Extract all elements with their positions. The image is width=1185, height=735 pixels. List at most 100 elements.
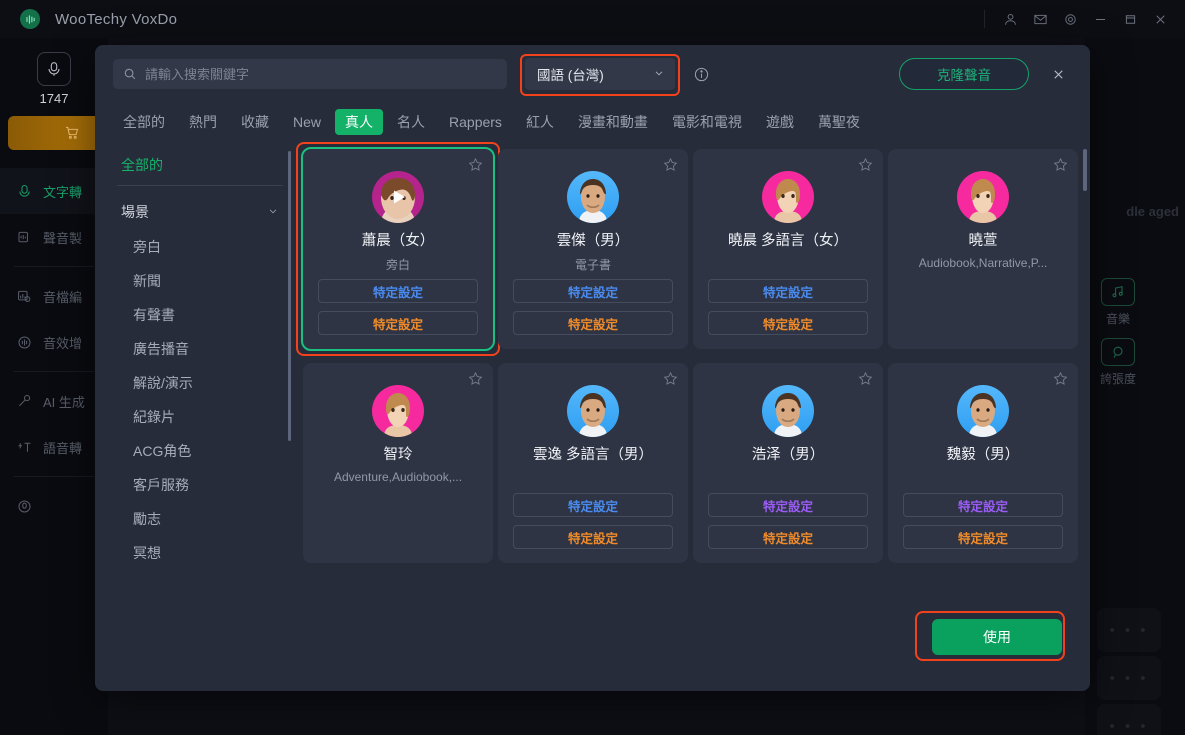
list-item-menu[interactable]: • • • xyxy=(1097,656,1161,700)
tab-rappers[interactable]: Rappers xyxy=(439,111,512,133)
category-sidebar: 全部的 場景 旁白 新聞 有聲書 廣告播音 解說/演示 紀錄片 ACG角色 客戶… xyxy=(105,141,295,593)
category-scrollbar[interactable] xyxy=(288,151,291,441)
voice-grid-scrollbar[interactable] xyxy=(1083,149,1087,191)
favorite-star-icon[interactable] xyxy=(663,157,678,177)
tab-influencer[interactable]: 紅人 xyxy=(516,109,564,135)
favorite-star-icon[interactable] xyxy=(1053,371,1068,391)
sidebar-item-voice-maker[interactable]: 聲音製 xyxy=(0,214,108,260)
avatar xyxy=(567,171,619,223)
voice-name: 曉晨 多語言（女） xyxy=(727,233,849,249)
voice-setting-button-secondary[interactable]: 特定設定 xyxy=(513,525,673,549)
category-item-motivational[interactable]: 勵志 xyxy=(105,502,295,536)
gear-icon[interactable] xyxy=(1055,4,1085,34)
tab-favorites[interactable]: 收藏 xyxy=(231,109,279,135)
voice-tag-buttons: 特定設定 特定設定 xyxy=(903,493,1063,563)
favorite-star-icon[interactable] xyxy=(858,157,873,177)
app-root: WooTechy VoxDo 1747 文字轉 聲音製 音檔編 音效增 AI 生… xyxy=(0,0,1185,735)
voice-setting-button-secondary[interactable]: 特定設定 xyxy=(903,525,1063,549)
sidebar-item-ai-generate[interactable]: AI 生成 xyxy=(0,378,108,424)
category-all[interactable]: 全部的 xyxy=(105,149,295,181)
voice-card[interactable]: 雲逸 多語言（男） 特定設定 特定設定 xyxy=(498,363,688,563)
sidebar-item-label: 音效增 xyxy=(43,335,83,351)
category-item-narration[interactable]: 旁白 xyxy=(105,230,295,264)
voice-card[interactable]: 曉萱 Audiobook,Narrative,P... xyxy=(888,149,1078,349)
maximize-button[interactable] xyxy=(1115,4,1145,34)
clone-voice-button[interactable]: 克隆聲音 xyxy=(899,58,1029,90)
category-item-acg[interactable]: ACG角色 xyxy=(105,434,295,468)
voice-setting-button-secondary[interactable]: 特定設定 xyxy=(318,311,478,335)
voice-setting-button-secondary[interactable]: 特定設定 xyxy=(513,311,673,335)
voice-card[interactable]: 魏毅（男） 特定設定 特定設定 xyxy=(888,363,1078,563)
window-titlebar: WooTechy VoxDo xyxy=(0,0,1185,38)
window-controls xyxy=(984,4,1185,34)
close-button[interactable] xyxy=(1145,4,1175,34)
sidebar-item-speech-to-text[interactable]: 語音轉 xyxy=(0,424,108,470)
account-icon[interactable] xyxy=(995,4,1025,34)
voice-subtitle: 旁白 xyxy=(385,258,410,273)
tab-halloween[interactable]: 萬聖夜 xyxy=(808,109,870,135)
category-group-scenes[interactable]: 場景 xyxy=(105,194,295,230)
voice-setting-button-primary[interactable]: 特定設定 xyxy=(708,279,868,303)
sidebar-item-audio-enhance[interactable]: 音效增 xyxy=(0,319,108,365)
voice-setting-button-primary[interactable]: 特定設定 xyxy=(318,279,478,303)
tab-comics-anime[interactable]: 漫畫和動畫 xyxy=(568,109,658,135)
tab-hot[interactable]: 熱門 xyxy=(179,109,227,135)
category-item-news[interactable]: 新聞 xyxy=(105,264,295,298)
category-item-explainer[interactable]: 解說/演示 xyxy=(105,366,295,400)
favorite-star-icon[interactable] xyxy=(663,371,678,391)
sidebar-nav-list: 文字轉 聲音製 音檔編 音效增 AI 生成 語音轉 xyxy=(0,168,108,529)
category-item-audiobook[interactable]: 有聲書 xyxy=(105,298,295,332)
voice-name: 曉萱 xyxy=(968,233,998,249)
voice-setting-button-secondary[interactable]: 特定設定 xyxy=(708,311,868,335)
expression-icon[interactable] xyxy=(1101,338,1135,366)
category-item-documentary[interactable]: 紀錄片 xyxy=(105,400,295,434)
tab-games[interactable]: 遊戲 xyxy=(756,109,804,135)
voice-name: 蕭晨（女） xyxy=(361,233,435,249)
voice-setting-button-secondary[interactable]: 特定設定 xyxy=(708,525,868,549)
favorite-star-icon[interactable] xyxy=(468,157,483,177)
tab-film-tv[interactable]: 電影和電視 xyxy=(662,109,752,135)
search-input[interactable] xyxy=(137,66,507,82)
voice-setting-button-primary[interactable]: 特定設定 xyxy=(513,493,673,517)
voice-card[interactable]: 蕭晨（女） 旁白 特定設定 特定設定 xyxy=(296,142,500,356)
language-select[interactable]: 國語 (台灣) xyxy=(525,58,675,90)
ai-mic-icon xyxy=(19,394,31,406)
voice-setting-button-primary[interactable]: 特定設定 xyxy=(903,493,1063,517)
music-icon[interactable] xyxy=(1101,278,1135,306)
voice-setting-button-primary[interactable]: 特定設定 xyxy=(513,279,673,303)
list-item-menu[interactable]: • • • xyxy=(1097,608,1161,652)
voice-name: 魏毅（男） xyxy=(946,447,1020,463)
sidebar-item-text-to-speech[interactable]: 文字轉 xyxy=(0,168,108,214)
list-item-menu[interactable]: • • • xyxy=(1097,704,1161,735)
tab-new[interactable]: New xyxy=(283,111,331,133)
category-group-label: 場景 xyxy=(121,204,149,220)
favorite-star-icon[interactable] xyxy=(1053,157,1068,177)
use-button[interactable]: 使用 xyxy=(932,619,1062,655)
favorite-star-icon[interactable] xyxy=(858,371,873,391)
background-age-label: dle aged xyxy=(1126,204,1179,219)
mail-icon[interactable] xyxy=(1025,4,1055,34)
category-item-advertising[interactable]: 廣告播音 xyxy=(105,332,295,366)
voice-library-dialog: 國語 (台灣) 克隆聲音 全部的 熱門 收藏 New 真人 名 xyxy=(95,45,1090,691)
sidebar-item-audio-editor[interactable]: 音檔編 xyxy=(0,273,108,319)
minimize-button[interactable] xyxy=(1085,4,1115,34)
voice-card[interactable]: 智玲 Adventure,Audiobook,... xyxy=(303,363,493,563)
tab-all[interactable]: 全部的 xyxy=(113,109,175,135)
play-icon[interactable] xyxy=(372,171,424,223)
favorite-star-icon[interactable] xyxy=(468,371,483,391)
credit-icon xyxy=(37,52,71,86)
sidebar-item-label: 語音轉 xyxy=(43,440,83,456)
search-box[interactable] xyxy=(113,59,507,89)
tab-real-person[interactable]: 真人 xyxy=(335,109,384,135)
tab-celebrity[interactable]: 名人 xyxy=(387,109,435,135)
voice-setting-button-primary[interactable]: 特定設定 xyxy=(708,493,868,517)
close-icon[interactable] xyxy=(1045,61,1072,88)
voice-card[interactable]: 曉晨 多語言（女） 特定設定 特定設定 xyxy=(693,149,883,349)
voice-card[interactable]: 浩泽（男） 特定設定 特定設定 xyxy=(693,363,883,563)
info-icon[interactable] xyxy=(693,66,710,83)
sidebar-item-extra[interactable] xyxy=(0,483,108,529)
avatar xyxy=(762,171,814,223)
speech-text-icon xyxy=(18,442,31,452)
category-item-customer-service[interactable]: 客戶服務 xyxy=(105,468,295,502)
voice-card[interactable]: 雲傑（男） 電子書 特定設定 特定設定 xyxy=(498,149,688,349)
